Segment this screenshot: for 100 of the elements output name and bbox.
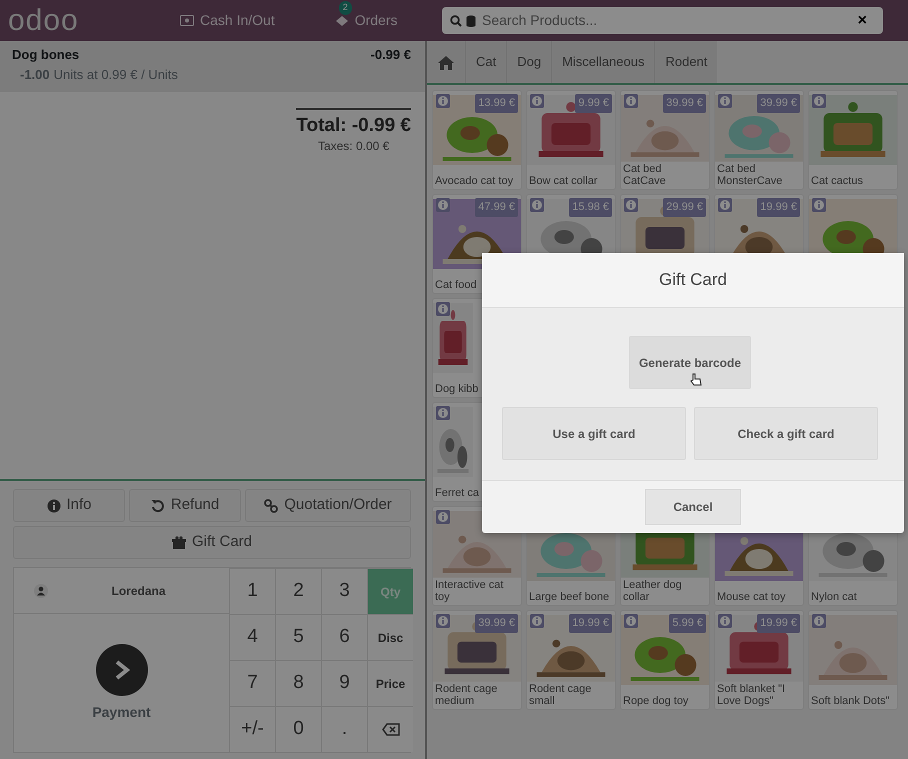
numpad-key[interactable]: 3 — [321, 568, 367, 614]
product-name: Dog bones — [12, 46, 80, 64]
backspace-icon — [382, 722, 400, 736]
numpad-key[interactable]: 9 — [321, 660, 367, 706]
line-quantity: -1.00 — [20, 66, 50, 84]
numpad-key[interactable]: 1 — [229, 568, 275, 614]
chevron-right-icon — [114, 660, 130, 680]
payment-label: Payment — [92, 702, 151, 722]
product-name: Nylon cat — [810, 590, 858, 605]
price-tag: 13.99 € — [475, 94, 518, 112]
product-name: Rope dog toy — [622, 694, 690, 709]
product-name: Large beef bone — [528, 590, 610, 605]
gift-icon — [172, 536, 186, 550]
cash-in-out-button[interactable]: Cash In/Out — [174, 9, 281, 32]
product-tile[interactable]: Rodent cage small 19.99 € — [526, 610, 616, 710]
action-button[interactable]: Info — [13, 489, 126, 522]
order-taxes: Taxes: 0.00 € — [316, 138, 390, 155]
product-name: Cat food — [434, 278, 478, 293]
info-icon — [436, 302, 450, 316]
product-tile[interactable]: Rope dog toy 5.99 € — [620, 610, 710, 710]
action-button[interactable]: Gift Card — [13, 526, 411, 559]
cancel-button[interactable]: Cancel — [645, 489, 741, 525]
category-button[interactable]: Rodent — [654, 41, 718, 83]
line-price: -0.99 € — [370, 46, 411, 64]
info-icon — [624, 94, 638, 108]
user-icon — [34, 584, 48, 598]
action-button[interactable]: Refund — [129, 489, 242, 522]
product-tile[interactable]: Rodent cage medium 39.99 € — [432, 610, 522, 710]
backspace-button[interactable] — [367, 706, 413, 752]
info-icon — [624, 198, 638, 212]
price-tag: 47.99 € — [475, 198, 518, 216]
info-icon — [436, 406, 450, 420]
price-tag: 9.99 € — [575, 94, 612, 112]
numpad-key[interactable]: 2 — [275, 568, 321, 614]
logo: odoo — [7, 6, 80, 36]
info-icon — [436, 614, 450, 628]
info-icon — [812, 198, 826, 212]
price-tag: 15.98 € — [569, 198, 612, 216]
info-icon — [436, 510, 450, 524]
database-icon — [466, 14, 476, 26]
product-tile[interactable]: Cat bed MonsterCave 39.99 € — [714, 90, 804, 190]
info-icon — [812, 94, 826, 108]
price-tag: 19.99 € — [757, 614, 800, 632]
product-name: Cat bed MonsterCave — [716, 162, 784, 189]
mode-key[interactable]: Disc — [367, 614, 413, 660]
product-tile[interactable]: Cat cactus — [808, 90, 898, 190]
info-icon — [530, 614, 544, 628]
product-name: Soft blank Dots" — [810, 694, 890, 709]
price-tag: 39.99 € — [757, 94, 800, 112]
product-name: Avocado cat toy — [434, 174, 514, 189]
numpad-key[interactable]: 5 — [275, 614, 321, 660]
numpad-key[interactable]: 6 — [321, 614, 367, 660]
product-name: Dog kibb — [434, 382, 480, 397]
link-icon — [264, 498, 278, 512]
search-icon — [450, 14, 462, 26]
product-tile[interactable]: Soft blank Dots" — [808, 610, 898, 710]
dialog-button[interactable]: Check a gift card — [694, 407, 878, 460]
product-name: Cat bed CatCave — [622, 162, 667, 189]
info-icon — [530, 198, 544, 212]
numpad-key[interactable]: 0 — [275, 706, 321, 752]
info-icon — [718, 198, 732, 212]
order-count-badge: 2 — [338, 1, 352, 14]
product-name: Bow cat collar — [528, 174, 598, 189]
info-icon — [530, 94, 544, 108]
product-tile[interactable]: Bow cat collar 9.99 € — [526, 90, 616, 190]
product-name: Soft blanket "I Love Dogs" — [716, 682, 786, 709]
clear-search-button[interactable]: × — [850, 12, 875, 28]
product-name: Interactive cat toy — [434, 578, 504, 605]
info-icon — [624, 614, 638, 628]
price-tag: 19.99 € — [569, 614, 612, 632]
product-tile[interactable]: Soft blanket "I Love Dogs" 19.99 € — [714, 610, 804, 710]
info-icon — [718, 94, 732, 108]
product-tile[interactable]: Avocado cat toy 13.99 € — [432, 90, 522, 190]
numpad-key[interactable]: 4 — [229, 614, 275, 660]
info-icon — [718, 614, 732, 628]
action-button[interactable]: Quotation/Order — [245, 489, 411, 522]
product-tile[interactable]: Cat bed CatCave 39.99 € — [620, 90, 710, 190]
order-total: Total: -0.99 € — [296, 116, 411, 137]
numpad-key[interactable]: +/- — [229, 706, 275, 752]
numpad-key[interactable]: 7 — [229, 660, 275, 706]
mode-key[interactable]: Price — [367, 660, 413, 706]
info-icon — [812, 614, 826, 628]
cash-icon — [180, 15, 194, 26]
numpad-key[interactable]: 8 — [275, 660, 321, 706]
numpad-key[interactable]: . — [321, 706, 367, 752]
info-icon — [436, 198, 450, 212]
dialog-button[interactable]: Use a gift card — [502, 407, 686, 460]
dialog-button[interactable]: Generate barcode — [628, 336, 752, 389]
undo-icon — [150, 498, 165, 512]
home-icon — [437, 54, 455, 71]
info-icon — [46, 498, 60, 512]
pointer-hand-icon — [690, 373, 702, 386]
search-field[interactable]: Search Products... × — [442, 7, 883, 34]
product-name: Cat cactus — [810, 174, 864, 189]
product-name: Rodent cage medium — [434, 682, 498, 709]
product-name: Leather dog collar — [622, 578, 683, 605]
price-tag: 19.99 € — [757, 198, 800, 216]
product-name: Rodent cage small — [528, 682, 592, 709]
price-tag: 39.99 € — [475, 614, 518, 632]
info-icon — [436, 94, 450, 108]
